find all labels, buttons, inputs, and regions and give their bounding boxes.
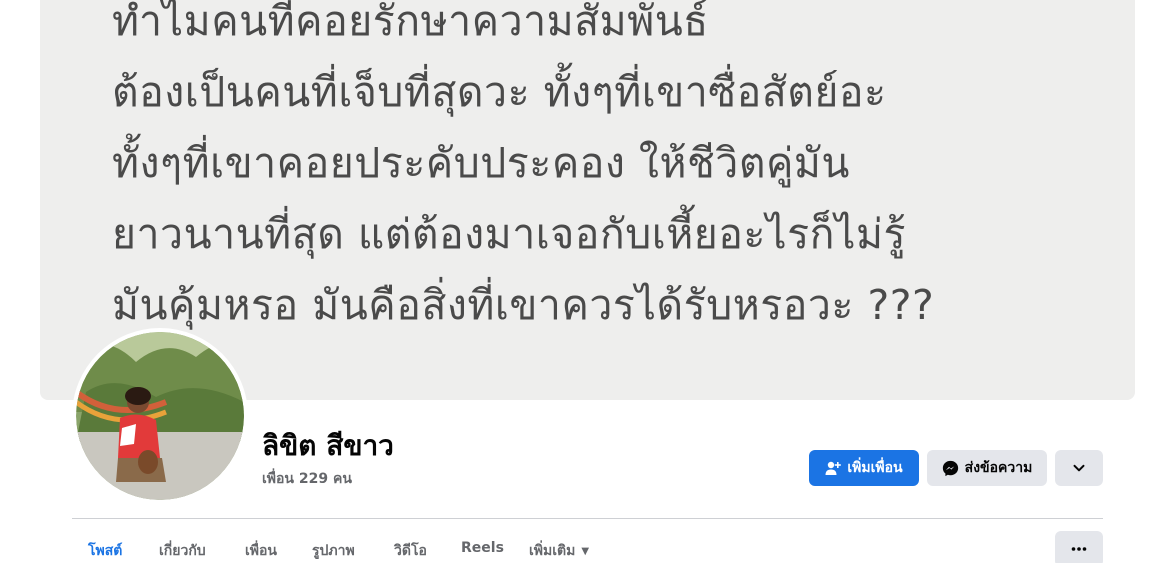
friend-count[interactable]: เพื่อน 229 คน bbox=[262, 468, 352, 490]
add-friend-label: เพิ่มเพื่อน bbox=[847, 460, 903, 476]
profile-page: ทำไมคนที่คอยรักษาความสัมพันธ์ ต้องเป็นคน… bbox=[0, 0, 1159, 563]
profile-photo bbox=[76, 332, 244, 500]
tabs-more-button[interactable] bbox=[1055, 531, 1103, 563]
chevron-down-icon bbox=[1073, 464, 1085, 472]
tab-posts[interactable]: โพสต์ bbox=[88, 540, 122, 562]
cover-line: ทำไมคนที่คอยรักษาความสัมพันธ์ bbox=[112, 0, 709, 45]
ellipsis-icon bbox=[1071, 547, 1087, 551]
tab-videos[interactable]: วิดีโอ bbox=[394, 540, 427, 562]
profile-name: ลิขิต สีขาว bbox=[262, 429, 394, 462]
cover-line: ยาวนานที่สุด แต่ต้องมาเจอกับเหี้ยอะไรก็ไ… bbox=[112, 210, 907, 258]
message-button[interactable]: ส่งข้อความ bbox=[927, 450, 1047, 486]
add-friend-button[interactable]: เพิ่มเพื่อน bbox=[809, 450, 919, 486]
more-options-button[interactable] bbox=[1055, 450, 1103, 486]
cover-text: ทำไมคนที่คอยรักษาความสัมพันธ์ ต้องเป็นคน… bbox=[112, 0, 1112, 341]
cover-line: มันคุ้มหรอ มันคือสิ่งที่เขาควรได้รับหรอว… bbox=[112, 281, 935, 329]
cover-line: ต้องเป็นคนที่เจ็บที่สุดวะ ทั้งๆที่เขาซื่… bbox=[112, 68, 887, 116]
tab-more[interactable]: เพิ่มเติม ▼ bbox=[529, 540, 589, 562]
tab-friends[interactable]: เพื่อน bbox=[245, 540, 277, 562]
avatar[interactable] bbox=[72, 328, 248, 504]
divider bbox=[72, 518, 1103, 519]
add-person-icon bbox=[825, 461, 842, 475]
cover-line: ทั้งๆที่เขาคอยประคับประคอง ให้ชีวิตคู่มั… bbox=[112, 139, 850, 187]
message-label: ส่งข้อความ bbox=[964, 460, 1033, 476]
messenger-icon bbox=[942, 460, 958, 476]
tab-about[interactable]: เกี่ยวกับ bbox=[159, 540, 206, 562]
caret-down-icon: ▼ bbox=[581, 546, 590, 557]
tab-reels[interactable]: Reels bbox=[461, 540, 504, 556]
tab-more-label: เพิ่มเติม bbox=[529, 543, 576, 559]
tab-photos[interactable]: รูปภาพ bbox=[312, 540, 355, 562]
